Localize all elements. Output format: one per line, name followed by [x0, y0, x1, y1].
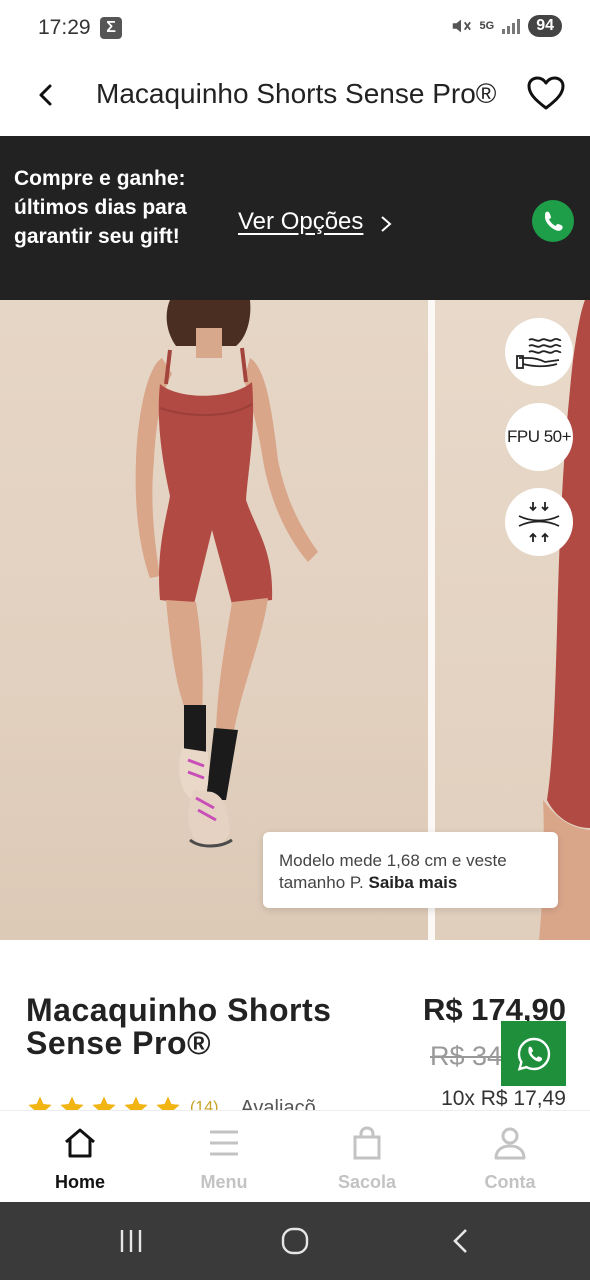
recent-apps-icon[interactable] — [116, 1226, 146, 1256]
mute-icon — [452, 19, 471, 33]
fpu-badge: FPU 50+ — [505, 403, 573, 471]
whatsapp-banner-icon[interactable] — [531, 199, 575, 243]
user-icon — [494, 1127, 526, 1160]
nav-sacola-label: Sacola — [337, 1172, 397, 1192]
bottom-navigation: Home Menu Sacola Conta — [0, 1110, 590, 1202]
saiba-mais-link[interactable]: Saiba mais — [369, 873, 458, 892]
ver-opcoes-link[interactable]: Ver Opções — [238, 208, 363, 236]
whatsapp-float-button[interactable] — [501, 1021, 566, 1086]
product-name: Macaquinho Shorts Sense Pro® — [26, 992, 332, 1061]
shopping-bag-icon — [353, 1126, 381, 1160]
app-header: Macaquinho Shorts Sense Pro® — [0, 56, 590, 136]
nav-home[interactable]: Home — [20, 1111, 140, 1203]
system-back-icon[interactable] — [446, 1226, 476, 1256]
menu-icon — [210, 1130, 238, 1156]
home-circle-icon[interactable] — [280, 1226, 310, 1256]
model-size-note: Modelo mede 1,68 cm e veste tamanho P. S… — [263, 832, 558, 908]
system-navigation-bar — [0, 1202, 590, 1280]
notification-app-icon: Σ — [100, 17, 122, 39]
nav-menu[interactable]: Menu — [164, 1111, 284, 1203]
product-old-price: R$ 34 — [430, 1041, 503, 1071]
back-arrow-icon[interactable] — [30, 78, 64, 112]
status-bar: 17:29 Σ 5G 94 — [0, 0, 590, 56]
battery-indicator: 94 — [528, 15, 562, 37]
compression-badge — [505, 488, 573, 556]
network-5g-label: 5G — [479, 19, 495, 32]
nav-sacola[interactable]: Sacola — [307, 1111, 427, 1203]
nav-conta-label: Conta — [484, 1172, 536, 1192]
installments-text: 10x R$ 17,49 — [441, 1087, 566, 1110]
whatsapp-icon — [517, 1037, 550, 1071]
compression-icon — [518, 502, 560, 542]
status-indicators: 5G 94 — [450, 15, 562, 37]
fabric-touch-badge — [505, 318, 573, 386]
page-title: Macaquinho Shorts Sense Pro® — [96, 78, 497, 109]
status-time: 17:29 — [38, 16, 91, 39]
fabric-touch-icon — [516, 337, 562, 369]
nav-menu-label: Menu — [200, 1172, 248, 1192]
favorite-heart-icon[interactable] — [526, 74, 566, 114]
fpu-label: FPU 50+ — [506, 427, 572, 446]
nav-conta[interactable]: Conta — [450, 1111, 570, 1203]
chevron-right-icon — [381, 216, 392, 232]
promo-banner: Compre e ganhe: últimos dias para garant… — [0, 136, 590, 300]
signal-icon — [502, 18, 521, 34]
promo-text: Compre e ganhe: últimos dias para garant… — [14, 167, 187, 248]
nav-home-label: Home — [54, 1172, 105, 1192]
home-icon — [65, 1128, 95, 1158]
